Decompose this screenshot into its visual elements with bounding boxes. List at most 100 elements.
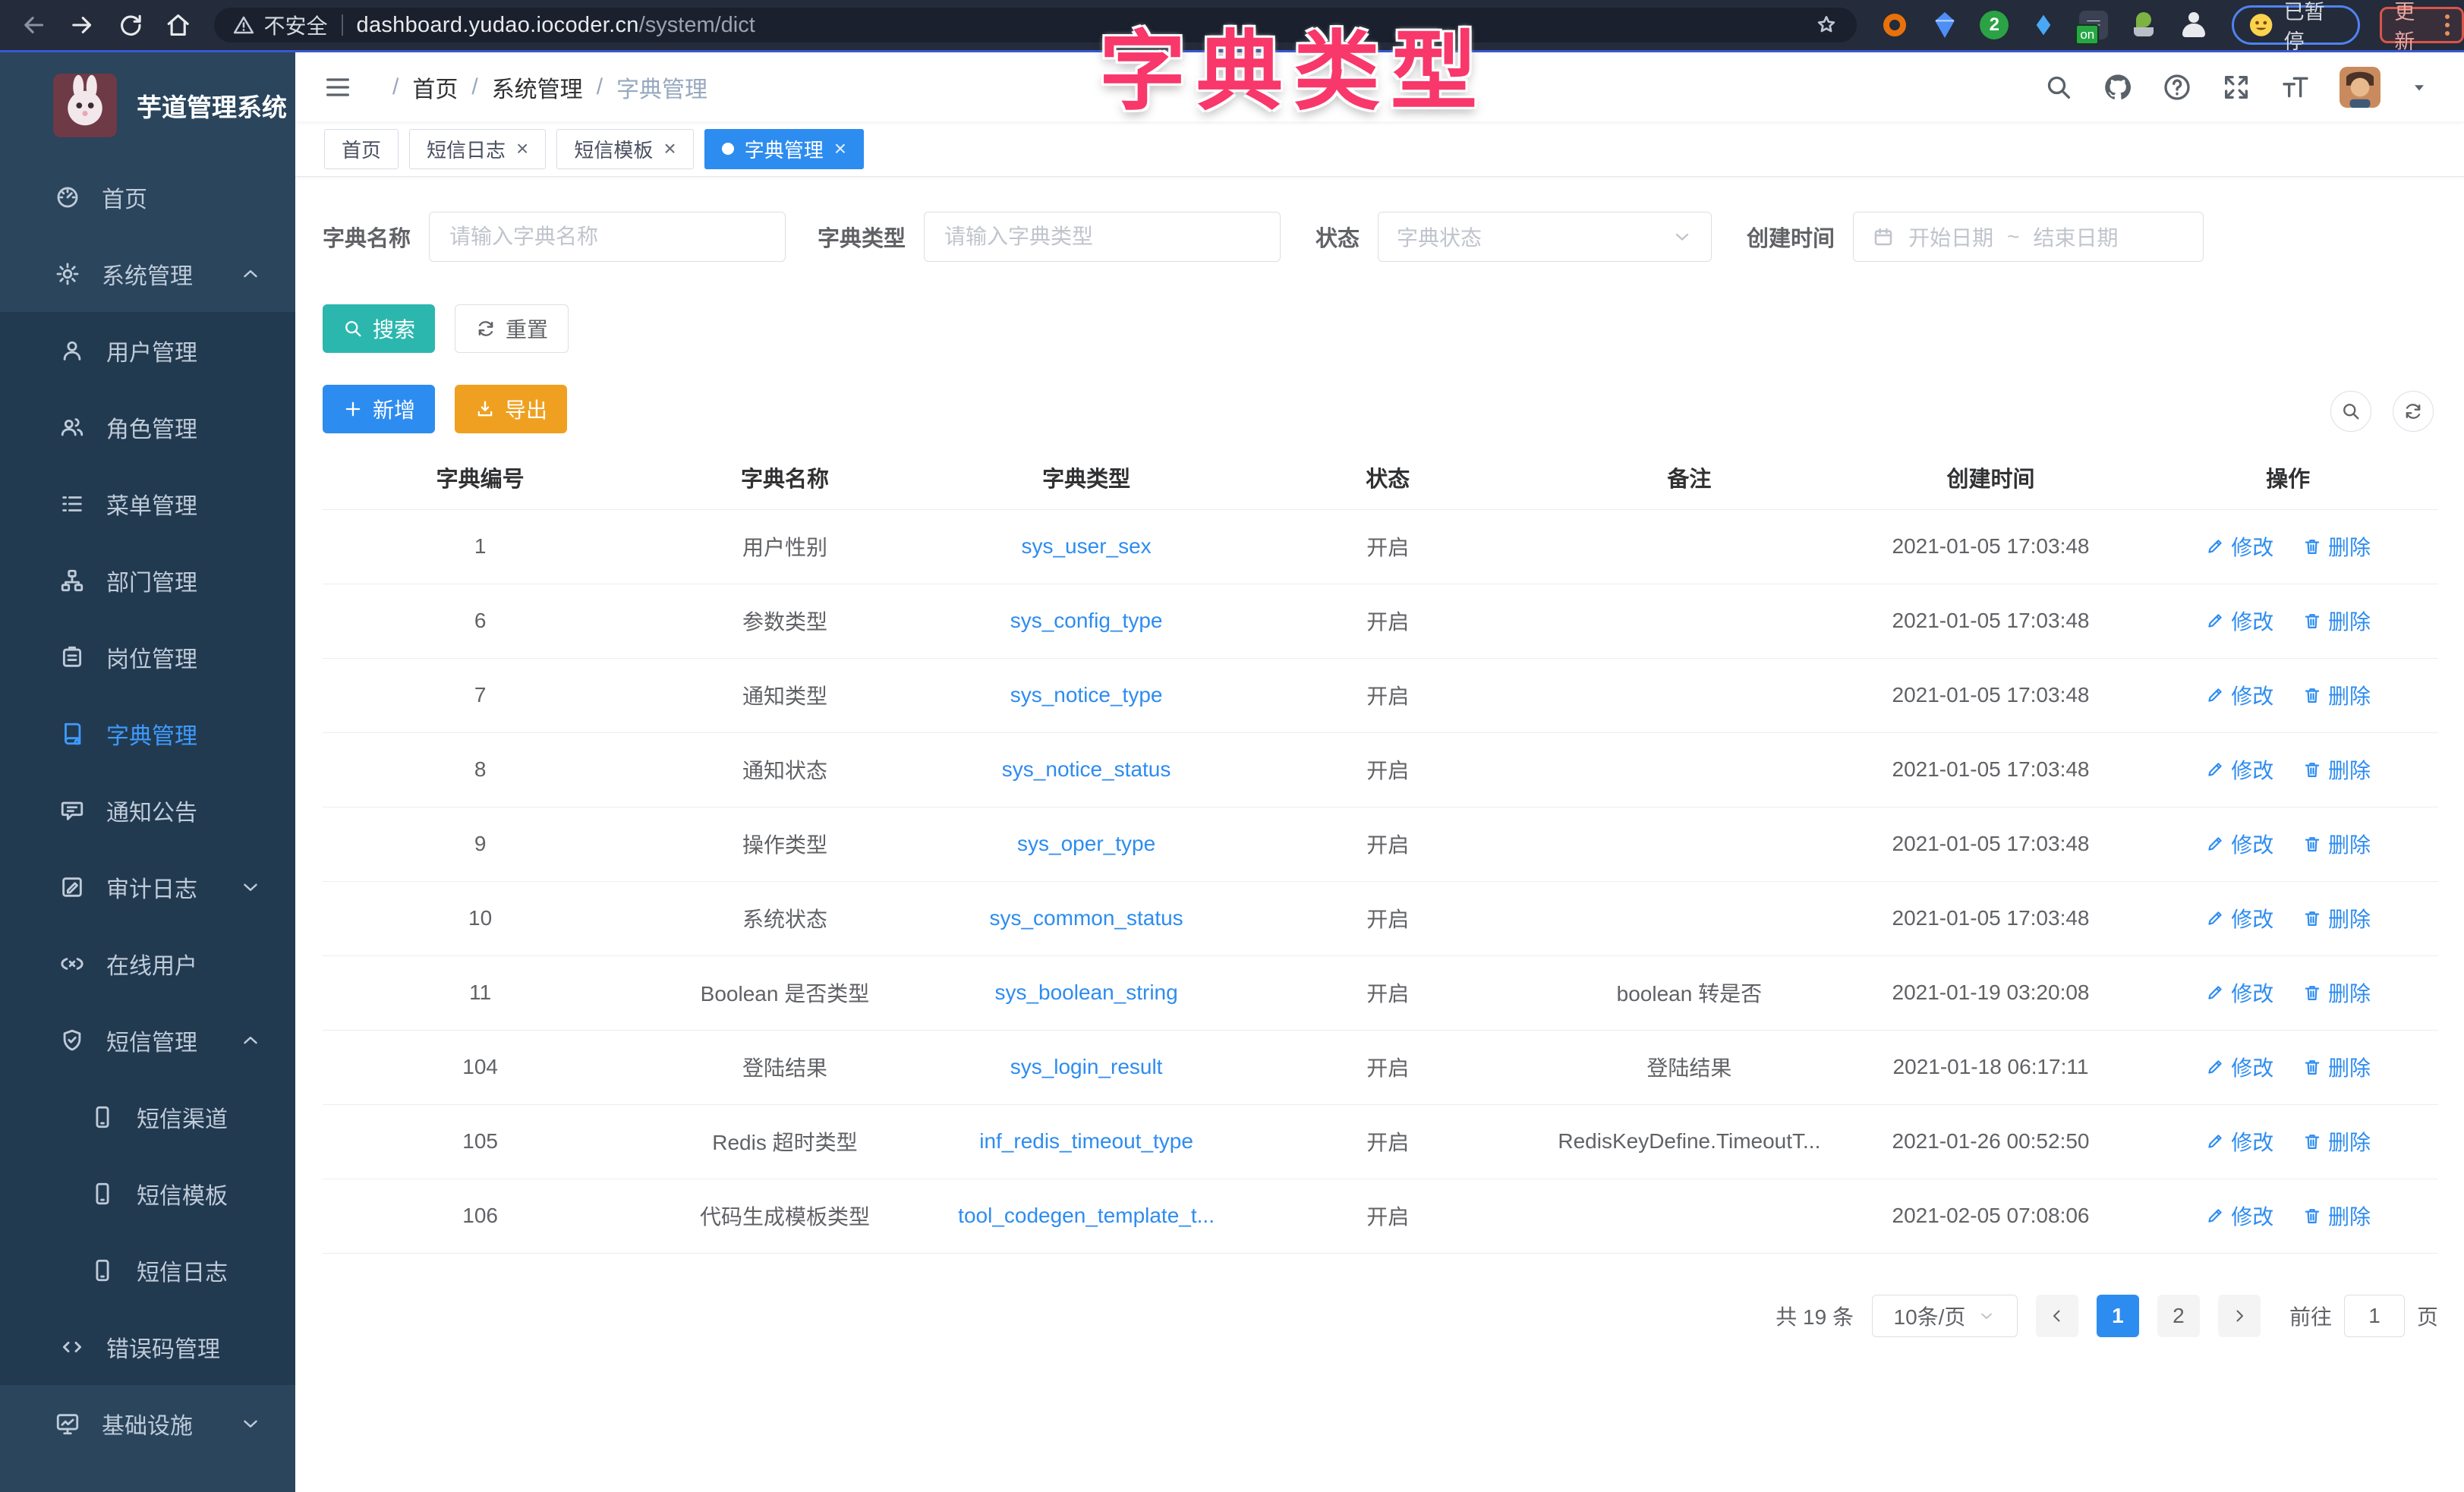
dict-name-field[interactable] <box>429 212 786 262</box>
prev-page-button[interactable] <box>2036 1295 2078 1337</box>
toggle-search-button[interactable] <box>2330 391 2371 432</box>
edit-link[interactable]: 修改 <box>2205 606 2273 636</box>
tag-tab[interactable]: 首页 × <box>324 129 399 169</box>
dict-type-link[interactable]: sys_notice_status <box>1002 757 1171 781</box>
help-icon[interactable] <box>2162 72 2192 102</box>
edit-link[interactable]: 修改 <box>2205 1126 2273 1157</box>
app-logo-row[interactable]: 芋道管理系统 <box>0 52 295 159</box>
next-page-button[interactable] <box>2218 1295 2261 1337</box>
close-icon[interactable]: × <box>516 138 528 159</box>
delete-link[interactable]: 删除 <box>2302 606 2371 636</box>
security-label[interactable]: 不安全 <box>264 10 328 40</box>
sidebar-collapse-icon[interactable] <box>323 72 353 102</box>
home-icon[interactable] <box>164 11 192 39</box>
dict-name-input[interactable] <box>448 224 767 250</box>
sidebar-menu-item[interactable]: 基础设施 <box>0 1385 295 1462</box>
bookmark-star-icon[interactable] <box>1814 13 1839 37</box>
browser-update-button[interactable]: 更新 <box>2380 7 2464 43</box>
delete-link[interactable]: 删除 <box>2302 1201 2371 1231</box>
browser-menu-icon[interactable] <box>2445 14 2450 36</box>
tag-tab[interactable]: 短信模板 × <box>556 129 693 169</box>
edit-link[interactable]: 修改 <box>2205 1201 2273 1231</box>
close-icon[interactable]: × <box>663 138 676 159</box>
sidebar-menu-item[interactable]: 审计日志 <box>0 848 295 925</box>
sidebar-menu-item[interactable]: 字典管理 <box>0 695 295 772</box>
edit-link[interactable]: 修改 <box>2205 531 2273 562</box>
fullscreen-icon[interactable] <box>2221 72 2251 102</box>
extension-diamond-icon[interactable] <box>2028 10 2059 40</box>
dict-type-link[interactable]: sys_common_status <box>989 906 1183 930</box>
tag-tab[interactable]: 字典管理 × <box>704 129 864 169</box>
search-icon[interactable] <box>2043 72 2074 102</box>
export-button[interactable]: 导出 <box>455 385 567 433</box>
sidebar-menu-item[interactable]: 通知公告 <box>0 772 295 848</box>
caret-down-icon[interactable] <box>2409 77 2429 97</box>
delete-link[interactable]: 删除 <box>2302 531 2371 562</box>
status-select[interactable]: 字典状态 <box>1378 212 1712 262</box>
search-button[interactable]: 搜索 <box>323 304 435 353</box>
refresh-table-button[interactable] <box>2393 391 2434 432</box>
goto-page-input[interactable] <box>2344 1295 2405 1337</box>
extension-orange-icon[interactable] <box>1880 10 1910 40</box>
extension-person-icon[interactable] <box>2179 10 2209 40</box>
edit-link[interactable]: 修改 <box>2205 754 2273 785</box>
edit-link[interactable]: 修改 <box>2205 1052 2273 1082</box>
edit-link[interactable]: 修改 <box>2205 680 2273 710</box>
sidebar-menu-item[interactable]: 系统管理 <box>0 235 295 312</box>
dict-type-field[interactable] <box>924 212 1281 262</box>
date-range-picker[interactable]: 开始日期 ~ 结束日期 <box>1853 212 2204 262</box>
sidebar-menu-item[interactable]: 首页 <box>0 159 295 235</box>
sidebar-menu-item[interactable]: 菜单管理 <box>0 465 295 542</box>
delete-link[interactable]: 删除 <box>2302 829 2371 859</box>
sidebar-menu-item[interactable]: 短信管理 <box>0 1002 295 1078</box>
sidebar-menu-item[interactable]: 岗位管理 <box>0 619 295 695</box>
dict-type-link[interactable]: inf_redis_timeout_type <box>979 1129 1193 1153</box>
dict-type-link[interactable]: sys_user_sex <box>1021 534 1151 558</box>
add-button[interactable]: 新增 <box>323 385 435 433</box>
sidebar-menu-item[interactable]: 角色管理 <box>0 389 295 465</box>
tag-tab[interactable]: 短信日志 × <box>409 129 546 169</box>
sidebar-menu-item[interactable]: 错误码管理 <box>0 1308 295 1385</box>
delete-link[interactable]: 删除 <box>2302 754 2371 785</box>
extension-green-icon[interactable]: 2 <box>1980 11 2009 39</box>
user-avatar[interactable] <box>2340 67 2381 108</box>
forward-icon[interactable] <box>68 11 96 39</box>
edit-link[interactable]: 修改 <box>2205 829 2273 859</box>
breadcrumb-item[interactable]: / 字典管理 <box>583 71 707 104</box>
delete-link[interactable]: 删除 <box>2302 1052 2371 1082</box>
sidebar-menu-item[interactable]: 短信模板 <box>0 1155 295 1232</box>
extension-sprout-icon[interactable] <box>2128 10 2159 40</box>
dict-type-link[interactable]: sys_config_type <box>1010 609 1163 632</box>
delete-link[interactable]: 删除 <box>2302 977 2371 1008</box>
font-size-icon[interactable] <box>2280 72 2311 102</box>
page-number-button[interactable]: 1 <box>2097 1295 2139 1337</box>
sidebar-menu-item[interactable]: 部门管理 <box>0 542 295 619</box>
reload-icon[interactable] <box>116 11 144 39</box>
delete-link[interactable]: 删除 <box>2302 680 2371 710</box>
edit-link[interactable]: 修改 <box>2205 903 2273 933</box>
sidebar-menu-item[interactable]: 在线用户 <box>0 925 295 1002</box>
github-icon[interactable] <box>2103 72 2133 102</box>
dict-type-link[interactable]: tool_codegen_template_t... <box>958 1204 1215 1227</box>
dict-type-link[interactable]: sys_boolean_string <box>994 981 1177 1004</box>
breadcrumb-item[interactable]: / 系统管理 <box>458 71 582 104</box>
dict-type-link[interactable]: sys_login_result <box>1010 1055 1163 1078</box>
sidebar-menu-item[interactable]: 短信日志 <box>0 1232 295 1308</box>
reset-button[interactable]: 重置 <box>455 304 569 353</box>
sidebar-menu-item[interactable]: 用户管理 <box>0 312 295 389</box>
extension-gem-icon[interactable] <box>1930 10 1960 40</box>
page-size-select[interactable]: 10条/页 <box>1872 1295 2018 1337</box>
back-icon[interactable] <box>20 11 48 39</box>
delete-link[interactable]: 删除 <box>2302 1126 2371 1157</box>
edit-link[interactable]: 修改 <box>2205 977 2273 1008</box>
address-bar[interactable]: 不安全 dashboard.yudao.iocoder.cn /system/d… <box>214 8 1857 42</box>
extension-list-icon[interactable]: on <box>2078 10 2109 40</box>
dict-type-link[interactable]: sys_oper_type <box>1017 832 1155 855</box>
sidebar-menu-item[interactable]: 短信渠道 <box>0 1078 295 1155</box>
delete-link[interactable]: 删除 <box>2302 903 2371 933</box>
page-number-button[interactable]: 2 <box>2157 1295 2200 1337</box>
dict-type-link[interactable]: sys_notice_type <box>1010 683 1163 707</box>
dict-type-input[interactable] <box>943 224 1262 250</box>
breadcrumb-item[interactable]: / 首页 <box>379 71 458 104</box>
paused-extension-badge[interactable]: 已暂停 <box>2232 5 2360 45</box>
